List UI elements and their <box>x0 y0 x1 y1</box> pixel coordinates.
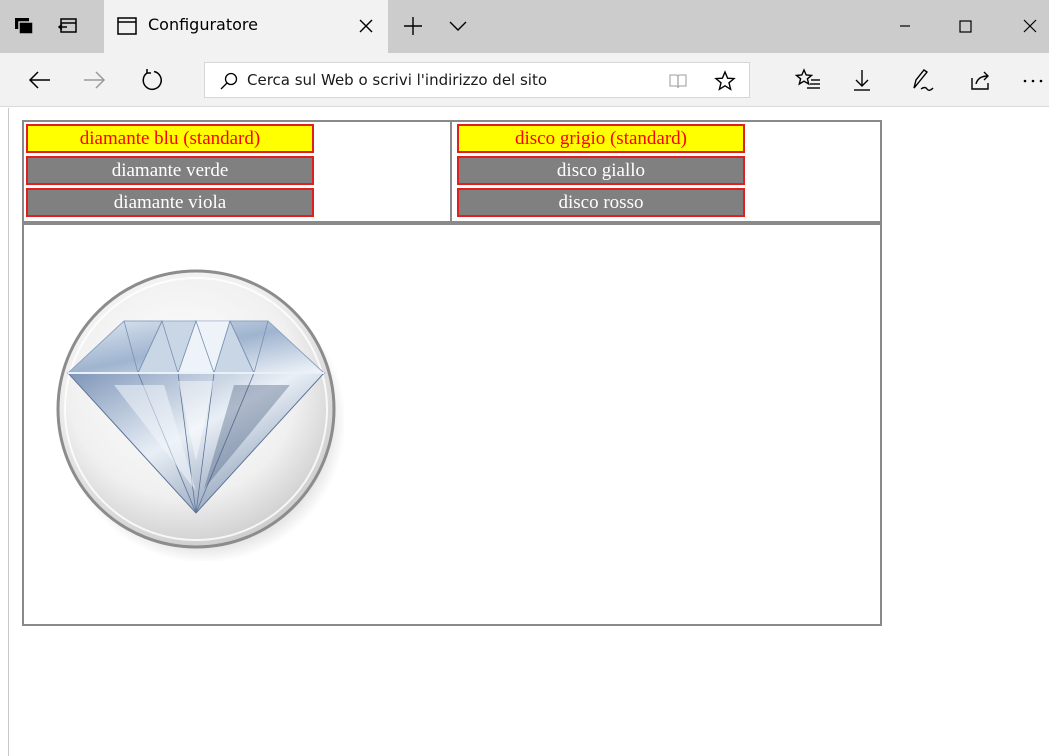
option-disc-grey[interactable]: disco grigio (standard) <box>457 124 745 153</box>
page-icon <box>116 15 138 37</box>
share-icon[interactable] <box>966 66 994 94</box>
close-tab-icon[interactable] <box>354 14 378 38</box>
tabs-aside-icon[interactable] <box>56 14 80 38</box>
maximize-icon[interactable] <box>950 12 980 40</box>
tab-manager-icon[interactable] <box>12 14 36 38</box>
configurator-table: diamante blu (standard) diamante verde d… <box>22 120 882 626</box>
left-edge-line <box>8 108 9 756</box>
tab-title: Configuratore <box>148 15 258 34</box>
address-placeholder[interactable]: Cerca sul Web o scrivi l'indirizzo del s… <box>247 71 547 89</box>
forward-arrow-icon[interactable] <box>80 66 108 94</box>
option-gem-green[interactable]: diamante verde <box>26 156 314 185</box>
favorites-list-icon[interactable] <box>794 66 822 94</box>
favorite-star-icon[interactable] <box>713 69 737 93</box>
gem-options-cell: diamante blu (standard) diamante verde d… <box>24 122 452 221</box>
address-bar[interactable]: Cerca sul Web o scrivi l'indirizzo del s… <box>204 62 750 98</box>
preview-cell <box>24 225 880 624</box>
option-disc-red[interactable]: disco rosso <box>457 188 745 217</box>
window-close-icon[interactable] <box>1015 12 1045 40</box>
option-gem-blue[interactable]: diamante blu (standard) <box>26 124 314 153</box>
chevron-down-icon[interactable] <box>446 14 470 38</box>
download-icon[interactable] <box>848 66 876 94</box>
reading-view-icon[interactable] <box>667 70 689 92</box>
back-arrow-icon[interactable] <box>26 66 54 94</box>
tab-configuratore[interactable]: Configuratore <box>104 0 388 53</box>
more-icon[interactable] <box>1020 66 1048 94</box>
option-gem-purple[interactable]: diamante viola <box>26 188 314 217</box>
diamond-preview-image <box>54 261 346 563</box>
pen-notes-icon[interactable] <box>908 66 936 94</box>
search-icon <box>219 71 239 91</box>
minimize-icon[interactable] <box>890 12 920 40</box>
option-disc-yellow[interactable]: disco giallo <box>457 156 745 185</box>
navigation-bar: Cerca sul Web o scrivi l'indirizzo del s… <box>0 53 1049 107</box>
disc-options-cell: disco grigio (standard) disco giallo dis… <box>454 122 880 221</box>
page-content: diamante blu (standard) diamante verde d… <box>0 108 1049 756</box>
new-tab-icon[interactable] <box>400 13 426 39</box>
refresh-icon[interactable] <box>138 66 166 94</box>
title-bar: Configuratore <box>0 0 1049 53</box>
